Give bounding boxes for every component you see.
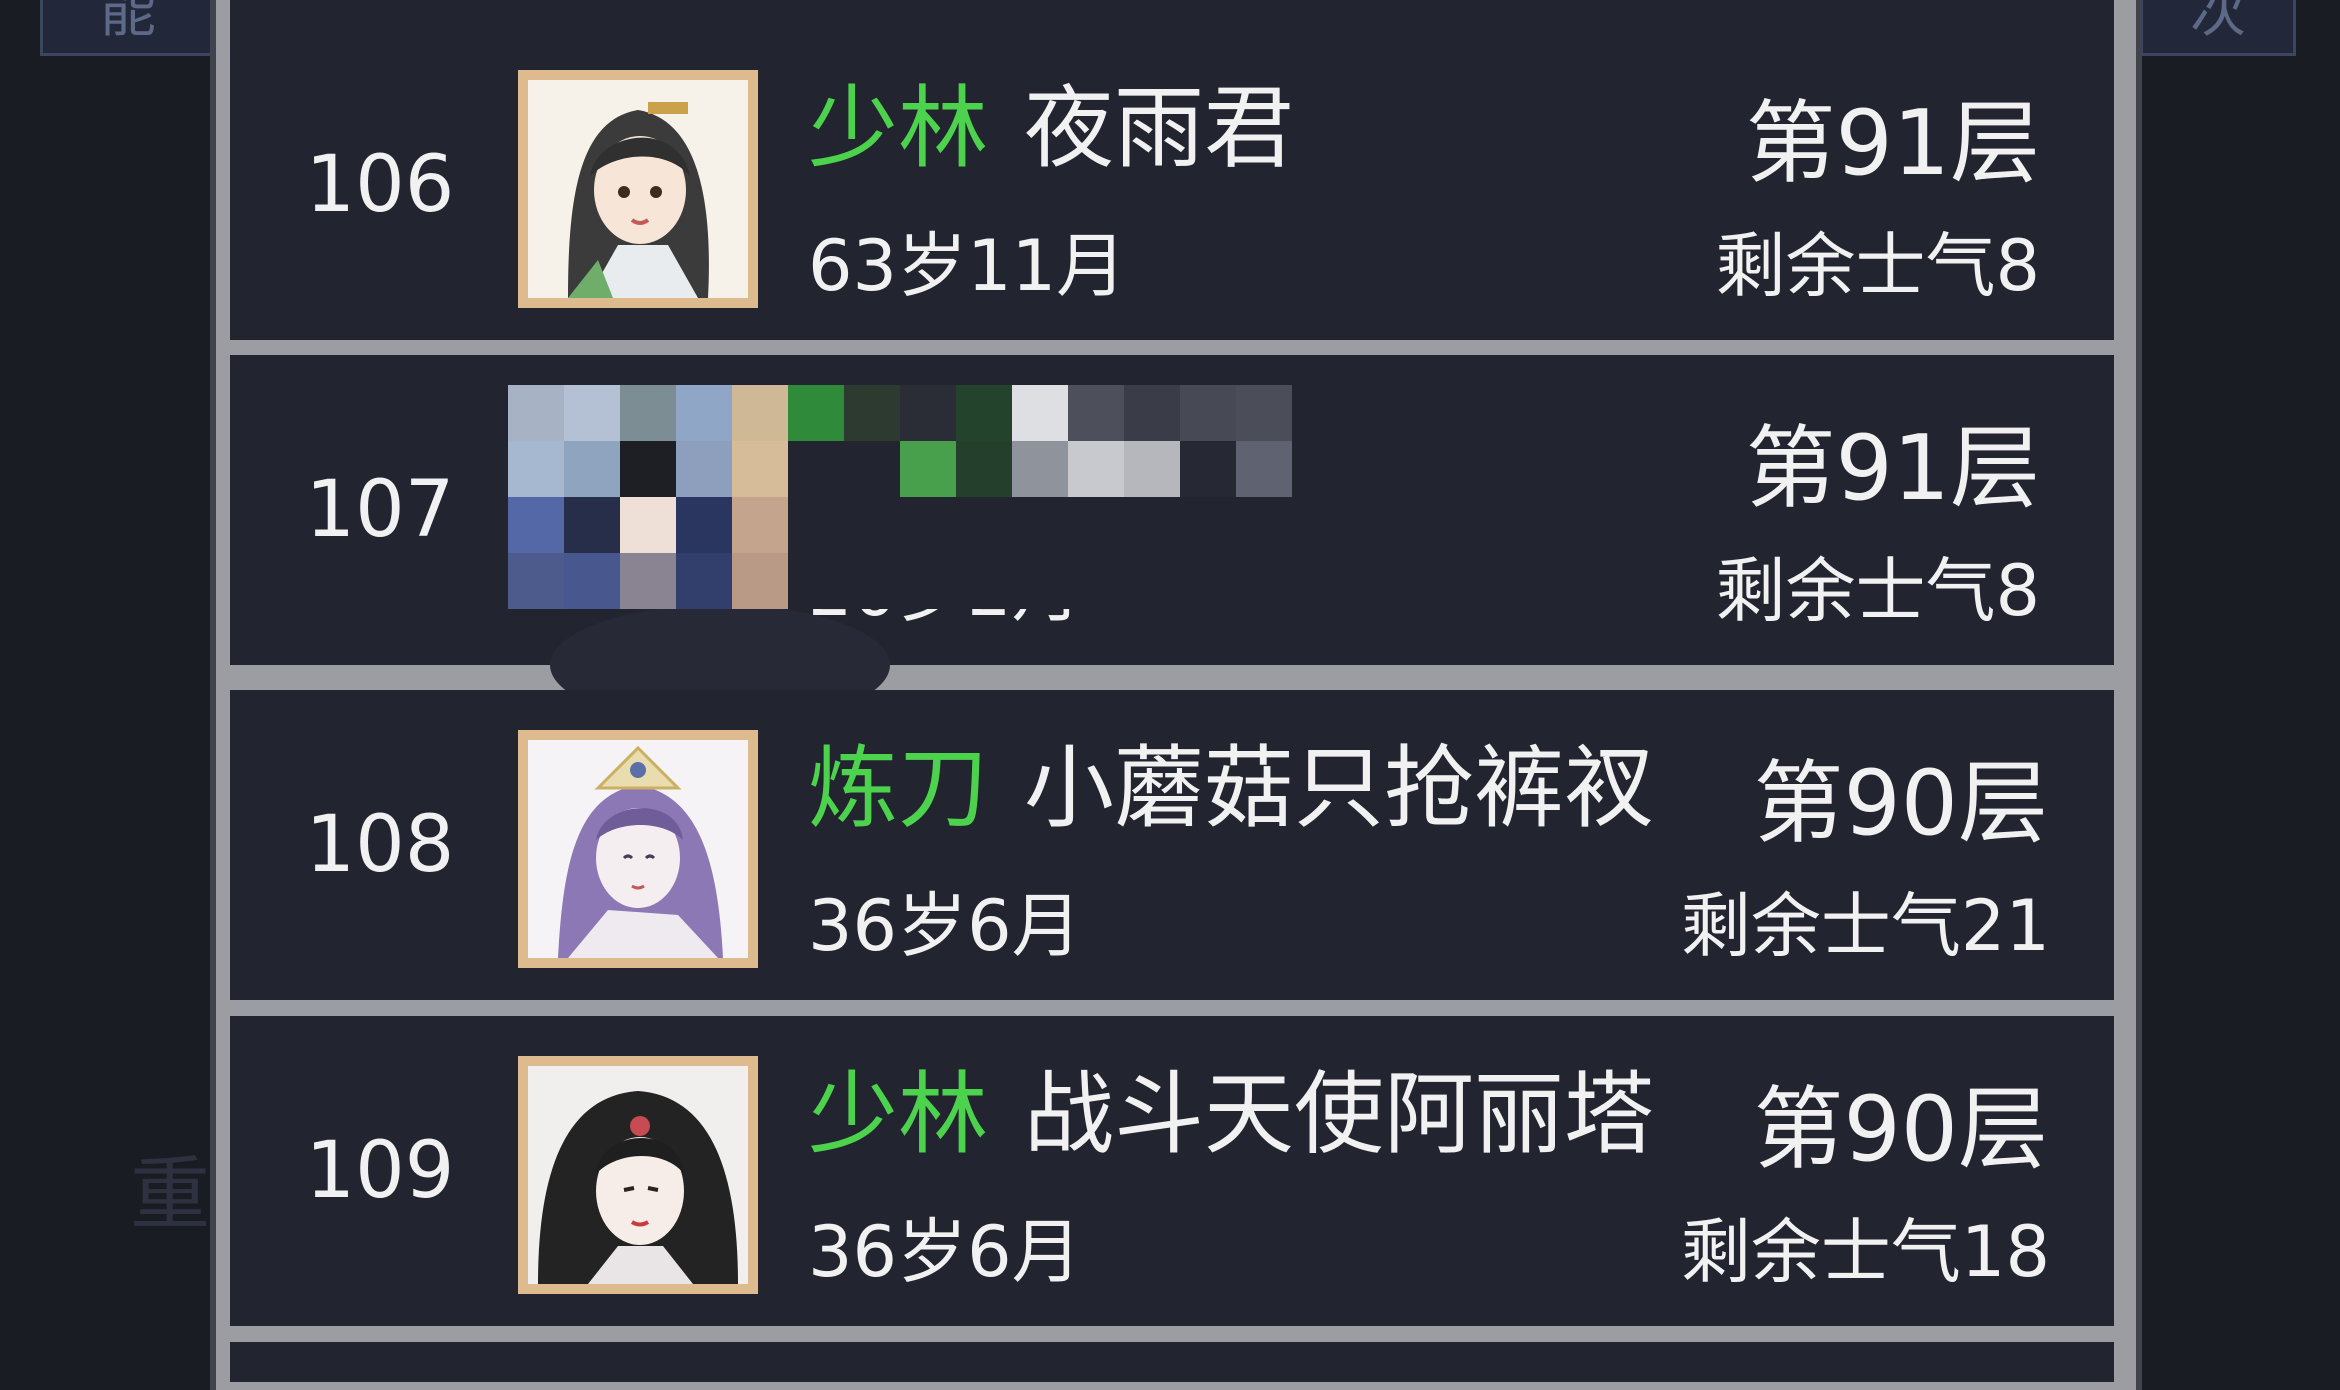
player-age: 36岁6月 [808,1211,1082,1293]
remaining-morale: 剩余士气18 [1680,1211,2050,1293]
player-age: 63岁11月 [808,225,1127,307]
ranking-row[interactable]: 108 炼刀 小蘑菇只抢裤衩 36岁6月 第90层 剩余士气21 [230,690,2114,1000]
floor-level: 第90层 [1753,751,2048,856]
player-name-line: 少林 夜雨君 [808,70,1294,181]
sect-label: 炼刀 [808,736,988,841]
floor-level: 第91层 [1745,416,2040,521]
player-name: 小蘑菇只抢裤衩 [1024,736,1654,841]
avatar[interactable] [518,730,758,968]
rank-number: 109 [305,1126,455,1216]
player-name-line: 炼刀 小蘑菇只抢裤衩 [808,730,1654,841]
remaining-morale: 剩余士气21 [1680,885,2050,967]
background-side-text: 重 [130,1148,210,1241]
remaining-morale: 剩余士气8 [1715,225,2040,307]
woman-purple-hair-portrait-icon [528,740,748,958]
background-button-right: 次 [2140,0,2296,56]
rank-number: 108 [305,800,455,890]
background-button-left: 能 [40,0,216,56]
woman-black-hair-portrait-icon [528,1066,748,1284]
rank-number: 106 [305,140,455,230]
player-name: 战斗天使阿丽塔 [1024,1062,1654,1167]
player-age: 36岁6月 [808,885,1082,967]
ranking-row[interactable]: 106 少林 夜雨君 63岁11月 第91层 剩余士气8 [230,30,2114,340]
floor-level: 第90层 [1753,1077,2048,1182]
player-name-line: 少林 战斗天使阿丽塔 [808,1056,1654,1167]
remaining-morale: 剩余士气8 [1715,550,2040,632]
rank-number: 107 [305,465,455,555]
player-name: 夜雨君 [1024,76,1294,181]
sect-label: 少林 [808,76,988,181]
floor-level: 第91层 [1745,91,2040,196]
ranking-row-partial-top [230,0,2114,30]
avatar[interactable] [518,70,758,308]
avatar[interactable] [518,1056,758,1294]
ranking-row[interactable]: 109 少林 战斗天使阿丽塔 36岁6月 第90层 剩余士气18 [230,1016,2114,1326]
ranking-row-partial-bottom [230,1342,2114,1382]
pixelated-avatar-icon [508,385,1348,609]
ranking-row[interactable]: 107 20岁2月 第91层 剩余士气8 [230,355,2114,725]
woman-portrait-icon [528,80,748,298]
sect-label: 少林 [808,1062,988,1167]
